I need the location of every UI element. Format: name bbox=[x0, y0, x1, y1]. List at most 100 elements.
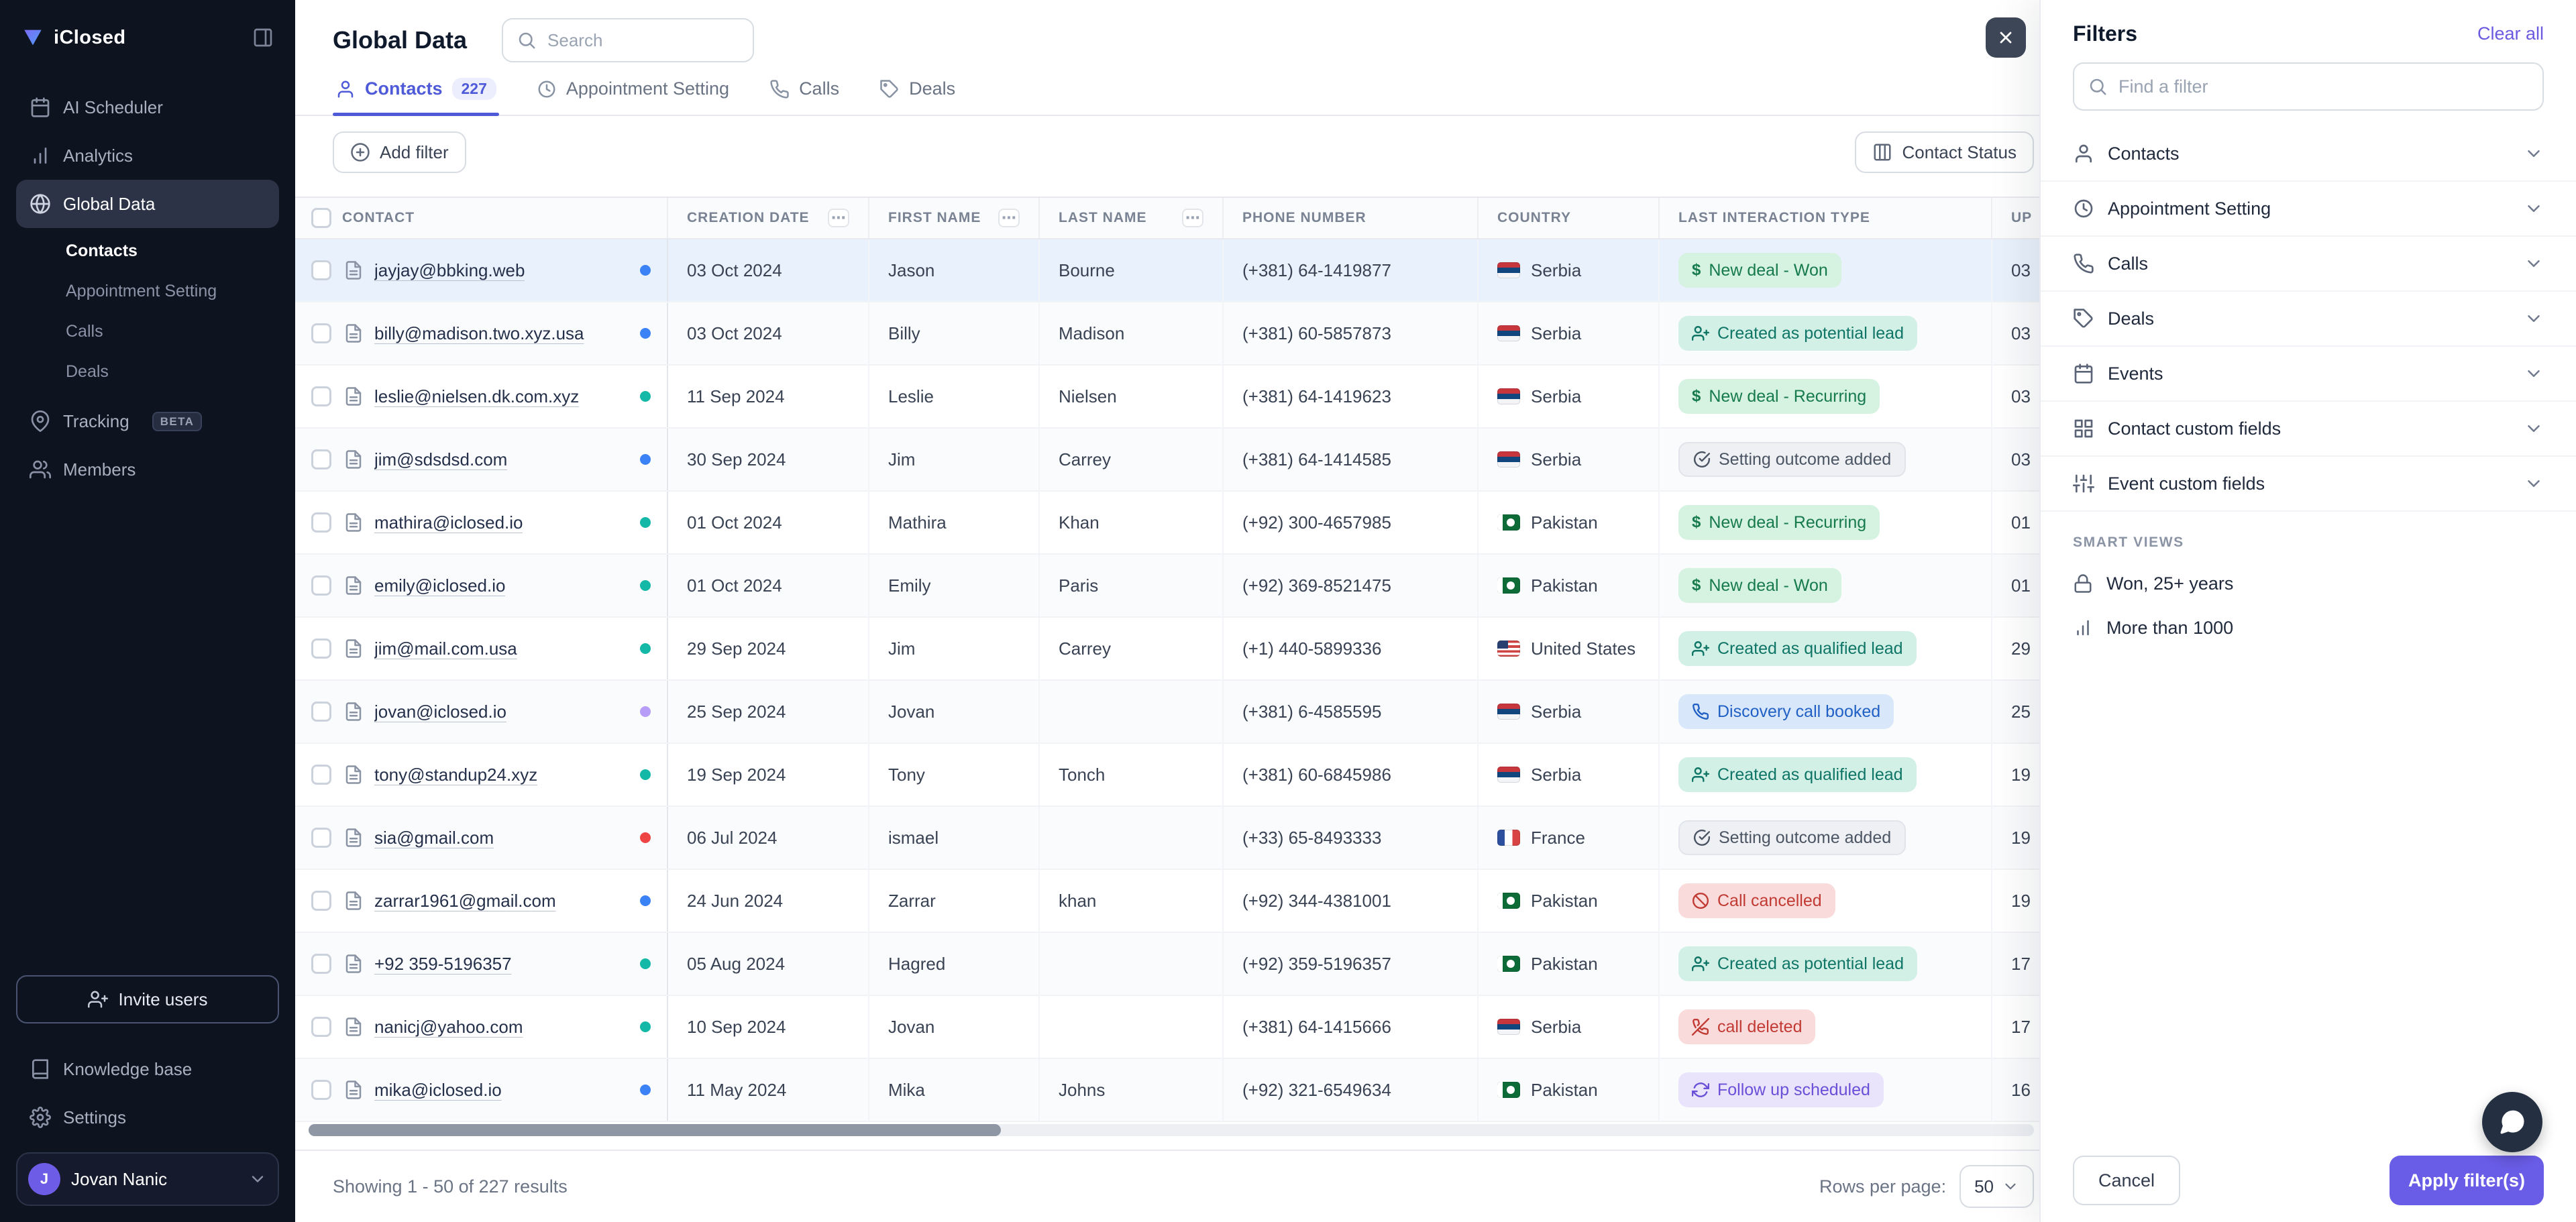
chevron-down-icon[interactable] bbox=[2524, 144, 2544, 164]
column-header-last-interaction-type[interactable]: LAST INTERACTION TYPE bbox=[1660, 198, 1992, 238]
contact-email-link[interactable]: tony@standup24.xyz bbox=[374, 765, 537, 785]
search-input[interactable] bbox=[547, 30, 740, 51]
row-checkbox[interactable] bbox=[311, 1080, 331, 1100]
column-header-last-name[interactable]: LAST NAME ⋯ bbox=[1040, 198, 1224, 238]
sidebar-subitem-appointment-setting[interactable]: Appointment Setting bbox=[16, 271, 279, 311]
row-checkbox[interactable] bbox=[311, 260, 331, 280]
row-checkbox[interactable] bbox=[311, 828, 331, 848]
contact-status-button[interactable]: Contact Status bbox=[1855, 131, 2034, 173]
filter-search-box[interactable] bbox=[2073, 62, 2544, 111]
filter-group-appointment-setting[interactable]: Appointment Setting bbox=[2041, 182, 2576, 237]
contact-email-link[interactable]: billy@madison.two.xyz.usa bbox=[374, 323, 584, 344]
tab-deals[interactable]: Deals bbox=[877, 75, 958, 115]
lock-icon bbox=[2073, 573, 2093, 594]
chevron-down-icon[interactable] bbox=[2524, 364, 2544, 384]
row-checkbox[interactable] bbox=[311, 638, 331, 659]
sidebar-item-knowledge-base[interactable]: Knowledge base bbox=[16, 1045, 279, 1093]
column-label: FIRST NAME bbox=[888, 210, 981, 225]
row-checkbox[interactable] bbox=[311, 323, 331, 343]
sidebar-item-global-data[interactable]: Global Data bbox=[16, 180, 279, 228]
chevron-down-icon[interactable] bbox=[2524, 199, 2544, 219]
smart-view-more-than-1000[interactable]: More than 1000 bbox=[2041, 606, 2576, 650]
contact-email-link[interactable]: jayjay@bbking.web bbox=[374, 260, 525, 281]
contact-email-link[interactable]: jovan@iclosed.io bbox=[374, 702, 506, 722]
column-menu-icon[interactable]: ⋯ bbox=[828, 209, 849, 227]
sidebar-collapse-icon[interactable] bbox=[252, 27, 274, 48]
sidebar-item-members[interactable]: Members bbox=[16, 445, 279, 494]
phone-cell: (+92) 344-4381001 bbox=[1224, 870, 1479, 932]
status-dot-icon bbox=[640, 328, 651, 339]
invite-users-button[interactable]: Invite users bbox=[16, 975, 279, 1023]
rows-per-page-select[interactable]: 50 bbox=[1960, 1165, 2034, 1208]
sidebar-item-settings[interactable]: Settings bbox=[16, 1093, 279, 1142]
chevron-down-icon[interactable] bbox=[2524, 419, 2544, 439]
row-checkbox[interactable] bbox=[311, 891, 331, 911]
contact-email-link[interactable]: emily@iclosed.io bbox=[374, 575, 505, 596]
filter-group-contact-custom-fields[interactable]: Contact custom fields bbox=[2041, 402, 2576, 457]
column-menu-icon[interactable]: ⋯ bbox=[1182, 209, 1203, 227]
tab-calls[interactable]: Calls bbox=[767, 75, 842, 115]
interaction-label: Call cancelled bbox=[1717, 891, 1822, 910]
contact-email-link[interactable]: mathira@iclosed.io bbox=[374, 512, 523, 533]
status-dot-icon bbox=[640, 769, 651, 780]
row-checkbox[interactable] bbox=[311, 386, 331, 406]
chat-widget-button[interactable] bbox=[2482, 1092, 2542, 1152]
smart-views-label: SMART VIEWS bbox=[2073, 535, 2184, 550]
smart-view-won-25-years[interactable]: Won, 25+ years bbox=[2041, 561, 2576, 606]
row-checkbox[interactable] bbox=[311, 1017, 331, 1037]
filter-group-contacts[interactable]: Contacts bbox=[2041, 127, 2576, 182]
tab-contacts[interactable]: Contacts 227 bbox=[333, 75, 499, 115]
row-checkbox[interactable] bbox=[311, 575, 331, 596]
contact-email-link[interactable]: sia@gmail.com bbox=[374, 828, 494, 848]
chevron-down-icon[interactable] bbox=[2524, 309, 2544, 329]
contact-email-link[interactable]: jim@sdsdsd.com bbox=[374, 449, 507, 470]
first-name-cell: Jim bbox=[869, 618, 1040, 679]
column-header-creation-date[interactable]: CREATION DATE ⋯ bbox=[668, 198, 869, 238]
contact-email-link[interactable]: mika@iclosed.io bbox=[374, 1080, 502, 1101]
sidebar-item-ai-scheduler[interactable]: AI Scheduler bbox=[16, 83, 279, 131]
row-checkbox[interactable] bbox=[311, 765, 331, 785]
select-all-checkbox[interactable] bbox=[311, 208, 331, 228]
filter-group-events[interactable]: Events bbox=[2041, 347, 2576, 402]
column-header-country[interactable]: COUNTRY bbox=[1479, 198, 1660, 238]
row-checkbox[interactable] bbox=[311, 954, 331, 974]
sidebar-item-tracking[interactable]: Tracking BETA bbox=[16, 397, 279, 445]
column-label: COUNTRY bbox=[1497, 210, 1572, 225]
last-name-cell: Paris bbox=[1040, 555, 1224, 616]
contact-email-link[interactable]: zarrar1961@gmail.com bbox=[374, 891, 556, 911]
filter-search-input[interactable] bbox=[2118, 76, 2529, 97]
contact-email-link[interactable]: jim@mail.com.usa bbox=[374, 638, 517, 659]
apply-filters-button[interactable]: Apply filter(s) bbox=[2389, 1156, 2544, 1205]
last-name-cell: Nielsen bbox=[1040, 366, 1224, 427]
contact-email-link[interactable]: leslie@nielsen.dk.com.xyz bbox=[374, 386, 579, 407]
column-header-contact[interactable]: CONTACT bbox=[295, 198, 668, 238]
cancel-button[interactable]: Cancel bbox=[2073, 1156, 2181, 1205]
interaction-cell: Discovery call booked bbox=[1660, 681, 1992, 742]
add-filter-button[interactable]: Add filter bbox=[333, 131, 466, 173]
contact-email-link[interactable]: +92 359-5196357 bbox=[374, 954, 512, 975]
tab-appointment-setting[interactable]: Appointment Setting bbox=[534, 75, 732, 115]
column-header-phone-number[interactable]: PHONE NUMBER bbox=[1224, 198, 1479, 238]
sidebar-subitem-contacts[interactable]: Contacts bbox=[16, 231, 279, 271]
row-checkbox[interactable] bbox=[311, 512, 331, 533]
filter-group-deals[interactable]: Deals bbox=[2041, 292, 2576, 347]
row-checkbox[interactable] bbox=[311, 702, 331, 722]
filter-group-event-custom-fields[interactable]: Event custom fields bbox=[2041, 457, 2576, 512]
sidebar-item-analytics[interactable]: Analytics bbox=[16, 131, 279, 180]
chevron-down-icon[interactable] bbox=[2524, 474, 2544, 494]
row-checkbox[interactable] bbox=[311, 449, 331, 469]
close-panel-button[interactable] bbox=[1986, 17, 2026, 58]
clear-all-link[interactable]: Clear all bbox=[2477, 23, 2544, 44]
chevron-down-icon[interactable] bbox=[2524, 254, 2544, 274]
horizontal-scrollbar[interactable] bbox=[309, 1124, 2034, 1136]
column-menu-icon[interactable]: ⋯ bbox=[998, 209, 1020, 227]
sidebar-subitem-deals[interactable]: Deals bbox=[16, 351, 279, 392]
column-header-first-name[interactable]: FIRST NAME ⋯ bbox=[869, 198, 1040, 238]
sidebar-item-label: Analytics bbox=[63, 145, 133, 166]
search-box[interactable] bbox=[502, 18, 755, 62]
scrollbar-thumb[interactable] bbox=[309, 1124, 1001, 1136]
sidebar-subitem-calls[interactable]: Calls bbox=[16, 311, 279, 351]
contact-email-link[interactable]: nanicj@yahoo.com bbox=[374, 1017, 523, 1038]
user-menu[interactable]: J Jovan Nanic bbox=[16, 1152, 279, 1206]
filter-group-calls[interactable]: Calls bbox=[2041, 237, 2576, 292]
